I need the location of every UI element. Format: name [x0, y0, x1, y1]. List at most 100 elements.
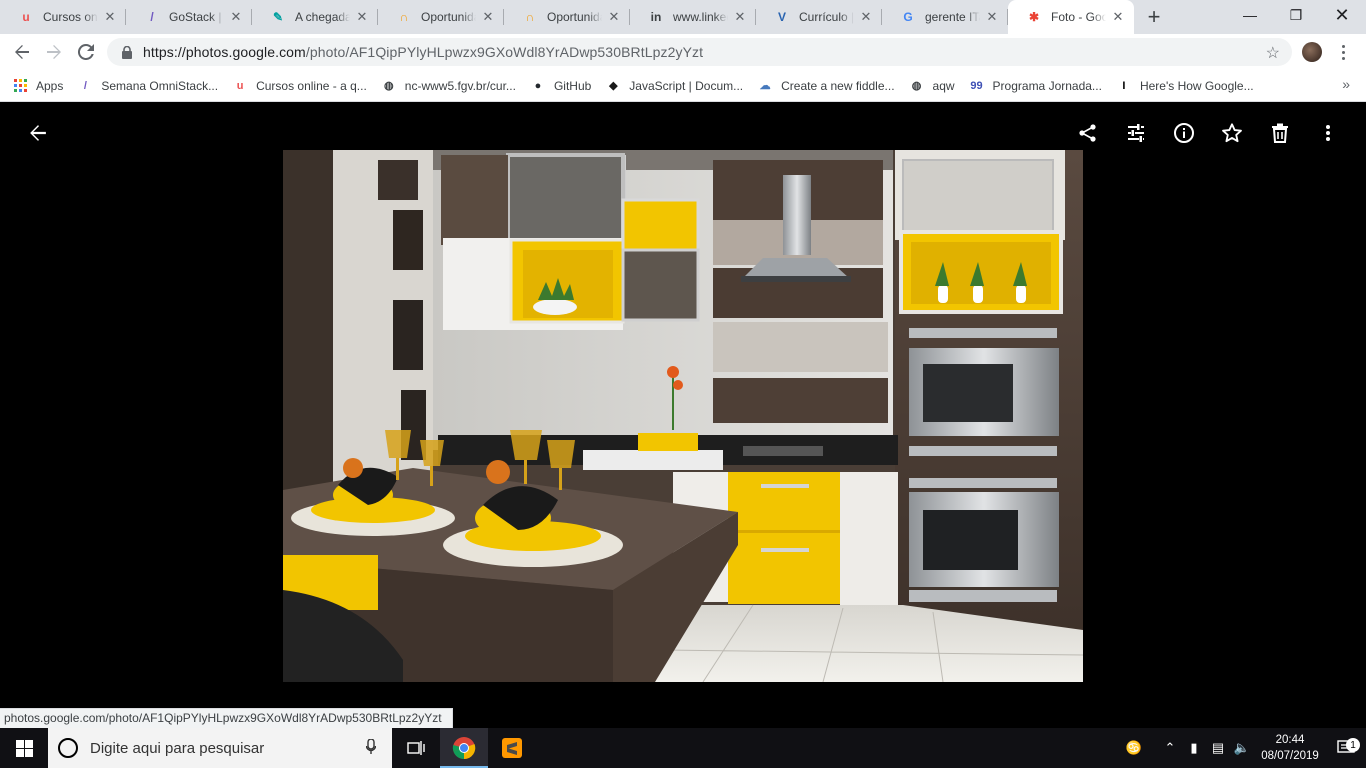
notification-badge: 1 [1346, 738, 1360, 752]
google-photos-icon: ✱ [1028, 10, 1040, 24]
close-tab-icon[interactable]: ✕ [354, 9, 370, 25]
globe-icon: ◍ [383, 80, 394, 92]
browser-tab[interactable]: ∩ Oportunidades ✕ [504, 0, 630, 34]
bookmark-item[interactable]: ◍ nc-www5.fgv.br/cur... [381, 78, 516, 94]
bookmark-label: Apps [36, 78, 64, 93]
windows-icon [15, 739, 33, 757]
star-outline-icon [1222, 123, 1242, 143]
status-url: photos.google.com/photo/AF1QipPYlyHLpwzx… [0, 708, 453, 728]
tab-title: Oportunidades [547, 10, 602, 24]
bookmark-item[interactable]: u Cursos online - a q... [232, 78, 367, 94]
chevron-up-icon[interactable]: ⌃ [1158, 740, 1182, 756]
profile-avatar[interactable] [1302, 42, 1322, 62]
photo-viewer [0, 103, 1366, 728]
bookmark-item[interactable]: ● GitHub [530, 78, 592, 94]
rocketseat-icon: / [83, 79, 87, 92]
google-icon: G [903, 10, 913, 24]
js-doc-icon: ◆ [609, 80, 618, 92]
share-button[interactable] [1076, 121, 1100, 145]
bookmark-item[interactable]: ◍ aqw [909, 78, 955, 94]
restore-button[interactable]: ❐ [1273, 0, 1319, 30]
close-tab-icon[interactable]: ✕ [606, 9, 622, 25]
bookmark-item[interactable]: / Semana OmniStack... [77, 78, 218, 94]
task-view-icon [407, 741, 425, 755]
network-icon[interactable]: ▤ [1206, 740, 1230, 756]
close-window-button[interactable]: ✕ [1319, 0, 1365, 30]
browser-tab[interactable]: ∩ Oportunidades ✕ [378, 0, 504, 34]
kitchen-photo[interactable] [283, 150, 1083, 682]
more-options-button[interactable] [1316, 121, 1340, 145]
bookmarks-overflow-icon[interactable]: » [1342, 76, 1350, 92]
delete-button[interactable] [1268, 121, 1292, 145]
browser-tab[interactable]: u Cursos online ✕ [0, 0, 126, 34]
info-button[interactable] [1172, 121, 1196, 145]
browser-tab[interactable]: Ggerente ITau ✕ [882, 0, 1008, 34]
browser-tab[interactable]: ✎ A chegada do ✕ [252, 0, 378, 34]
reload-icon [78, 44, 94, 60]
toolbar: https://photos.google.com/photo/AF1QipPY… [0, 34, 1366, 70]
task-view-button[interactable] [392, 728, 440, 768]
new-tab-button[interactable]: + [1140, 0, 1168, 34]
bookmarks-bar: Apps / Semana OmniStack... u Cursos online -… [0, 70, 1366, 102]
bookmark-label: Create a new fiddle... [781, 78, 895, 93]
bookmark-item[interactable]: I Here's How Google... [1116, 78, 1254, 94]
bookmark-item[interactable]: Apps [12, 78, 63, 94]
address-bar[interactable]: https://photos.google.com/photo/AF1QipPY… [107, 38, 1292, 66]
bookmark-item[interactable]: ◆ JavaScript | Docum... [605, 78, 743, 94]
clock-time: 20:44 [1275, 734, 1305, 746]
gupy-icon: ∩ [525, 10, 535, 24]
viewer-back-button[interactable] [26, 121, 50, 145]
edit-button[interactable] [1124, 121, 1148, 145]
minimize-button[interactable]: — [1227, 0, 1273, 30]
browser-tab[interactable]: in www.linkedin ✕ [630, 0, 756, 34]
medium-icon: I [1122, 79, 1126, 92]
close-tab-icon[interactable]: ✕ [1110, 9, 1126, 25]
reload-button[interactable] [70, 36, 102, 68]
browser-tab[interactable]: / GoStack | Bootcamp ✕ [126, 0, 252, 34]
action-center-button[interactable]: 1 [1326, 738, 1366, 756]
microphone-icon[interactable] [365, 737, 377, 758]
udemy-icon: u [236, 79, 244, 92]
volume-icon[interactable]: 🔈 [1230, 740, 1254, 756]
back-button[interactable] [6, 36, 38, 68]
close-tab-icon[interactable]: ✕ [984, 9, 1000, 25]
close-tab-icon[interactable]: ✕ [228, 9, 244, 25]
forward-button[interactable] [38, 36, 70, 68]
github-icon: ● [534, 79, 542, 92]
bookmark-item[interactable]: 99 Programa Jornada... [969, 78, 1102, 94]
bookmark-star-icon[interactable]: ☆ [1266, 43, 1280, 63]
tab-title: Cursos online [43, 10, 98, 24]
start-button[interactable] [0, 728, 48, 768]
search-placeholder: Digite aqui para pesquisar [90, 739, 265, 757]
sublime-text-icon [502, 738, 522, 758]
tab-strip: u Cursos online ✕ / GoStack | Bootcamp ✕ ✎ A ch… [0, 0, 1366, 34]
chrome-taskbar-button[interactable] [440, 728, 488, 768]
bookmark-label: aqw [932, 78, 955, 93]
jsfiddle-icon: ☁ [759, 80, 771, 92]
sublime-taskbar-button[interactable] [488, 728, 536, 768]
cortana-icon [58, 738, 78, 758]
tab-title: www.linkedin [673, 10, 728, 24]
kitchen-image [283, 150, 1083, 682]
favorite-button[interactable] [1220, 121, 1244, 145]
bookmark-label: JavaScript | Docum... [629, 78, 744, 93]
browser-menu-button[interactable] [1336, 40, 1350, 64]
battery-icon[interactable]: ▮ [1182, 740, 1206, 756]
browser-tab[interactable]: ✱ Foto - Google Fotos ✕ [1008, 0, 1134, 34]
share-icon [1079, 124, 1096, 142]
bookmark-item[interactable]: ☁ Create a new fiddle... [757, 78, 895, 94]
browser-tab[interactable]: V Currículo | Vagas ✕ [756, 0, 882, 34]
close-tab-icon[interactable]: ✕ [480, 9, 496, 25]
tune-icon [1128, 124, 1144, 142]
99-icon: 99 [970, 79, 983, 92]
people-icon[interactable]: ♋ [1122, 740, 1146, 756]
clock[interactable]: 20:44 08/07/2019 [1254, 732, 1326, 764]
taskbar-search[interactable]: Digite aqui para pesquisar [48, 728, 392, 768]
url-text: https://photos.google.com/photo/AF1QipPY… [143, 44, 704, 60]
close-tab-icon[interactable]: ✕ [858, 9, 874, 25]
close-tab-icon[interactable]: ✕ [732, 9, 748, 25]
rocketseat-icon: / [150, 10, 154, 24]
lock-icon [121, 45, 133, 59]
close-tab-icon[interactable]: ✕ [102, 9, 118, 25]
bookmark-label: Here's How Google... [1139, 78, 1254, 93]
